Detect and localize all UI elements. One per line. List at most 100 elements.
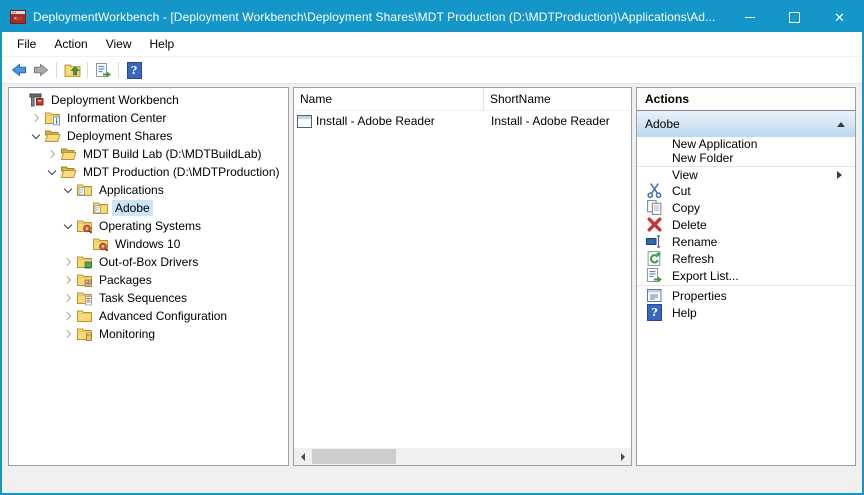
tree-item-label: MDT Build Lab (D:\MDTBuildLab) <box>80 146 265 162</box>
help-button[interactable]: ? <box>123 59 145 81</box>
action-cut[interactable]: Cut <box>637 182 855 199</box>
menu-file[interactable]: File <box>8 32 45 56</box>
application-window-icon <box>297 115 312 128</box>
folder-info-icon <box>44 110 61 126</box>
tree-item-label: Windows 10 <box>112 236 183 252</box>
back-arrow-icon <box>11 62 27 78</box>
action-label: Rename <box>672 235 717 249</box>
menu-help[interactable]: Help <box>141 32 184 56</box>
maximize-button[interactable] <box>772 2 817 32</box>
tree-item-mdt-production-d-mdtproduction[interactable]: MDT Production (D:\MDTProduction) <box>9 163 288 181</box>
folder-monitor-icon <box>76 326 93 342</box>
cut-scissors-icon <box>646 182 663 199</box>
tree-item-deployment-shares[interactable]: Deployment Shares <box>9 127 288 145</box>
tree-item-label: Monitoring <box>96 326 158 342</box>
export-list-button[interactable] <box>92 59 114 81</box>
application-name: Install - Adobe Reader <box>316 114 435 128</box>
action-label: Export List... <box>672 269 739 283</box>
menu-view[interactable]: View <box>97 32 141 56</box>
actions-pane: Actions Adobe New ApplicationNew FolderV… <box>636 87 856 466</box>
back-button[interactable] <box>8 59 30 81</box>
rename-ibeam-icon <box>646 233 663 250</box>
close-button[interactable]: ✕ <box>817 2 862 32</box>
chevron-expanded-icon[interactable] <box>29 129 43 143</box>
chevron-expanded-icon[interactable] <box>61 183 75 197</box>
action-label: Delete <box>672 218 707 232</box>
folder-tasks-icon <box>76 290 93 306</box>
maximize-icon <box>789 12 800 23</box>
action-new-application[interactable]: New Application <box>637 137 855 151</box>
tree-item-operating-systems[interactable]: Operating Systems <box>9 217 288 235</box>
scrollbar-thumb[interactable] <box>312 449 396 464</box>
tree-item-adobe[interactable]: Adobe <box>9 199 288 217</box>
tree-item-label: Applications <box>96 182 167 198</box>
minimize-button[interactable] <box>727 2 772 32</box>
action-rename[interactable]: Rename <box>637 233 855 250</box>
tree-item-label: Advanced Configuration <box>96 308 230 324</box>
minimize-icon <box>745 17 755 18</box>
tree-item-windows-10[interactable]: Windows 10 <box>9 235 288 253</box>
scroll-left-button[interactable] <box>294 448 311 465</box>
tree-item-label: Information Center <box>64 110 169 126</box>
workbench-icon <box>28 92 45 108</box>
tree-item-mdt-build-lab-d-mdtbuildlab[interactable]: MDT Build Lab (D:\MDTBuildLab) <box>9 145 288 163</box>
action-label: View <box>672 168 698 182</box>
column-header-shortname[interactable]: ShortName <box>484 88 631 110</box>
chevron-collapsed-icon[interactable] <box>61 273 75 287</box>
tree-item-out-of-box-drivers[interactable]: Out-of-Box Drivers <box>9 253 288 271</box>
action-copy[interactable]: Copy <box>637 199 855 216</box>
list-header: Name ShortName <box>294 88 631 111</box>
scroll-right-button[interactable] <box>614 448 631 465</box>
chevron-collapsed-icon[interactable] <box>61 291 75 305</box>
menu-action[interactable]: Action <box>45 32 96 56</box>
folder-plain-icon <box>76 308 93 324</box>
action-help[interactable]: ?Help <box>637 304 855 321</box>
action-label: Copy <box>672 201 700 215</box>
action-view[interactable]: View <box>637 168 855 182</box>
horizontal-scrollbar[interactable] <box>294 448 631 465</box>
tree-item-applications[interactable]: Applications <box>9 181 288 199</box>
folder-open-icon <box>60 164 77 180</box>
action-new-folder[interactable]: New Folder <box>637 151 855 165</box>
list-row-install-adobe-reader[interactable]: Install - Adobe Reader Install - Adobe R… <box>294 111 631 131</box>
action-properties[interactable]: Properties <box>637 287 855 304</box>
mmc-console-icon <box>10 9 26 25</box>
tree-item-label: Deployment Shares <box>64 128 175 144</box>
chevron-expanded-icon[interactable] <box>45 165 59 179</box>
tree-item-packages[interactable]: Packages <box>9 271 288 289</box>
chevron-expanded-icon[interactable] <box>61 219 75 233</box>
chevron-collapsed-icon[interactable] <box>45 147 59 161</box>
folder-open-icon <box>44 128 61 144</box>
tree-item-monitoring[interactable]: Monitoring <box>9 325 288 343</box>
tree-item-advanced-configuration[interactable]: Advanced Configuration <box>9 307 288 325</box>
column-header-name[interactable]: Name <box>294 88 484 110</box>
tree-item-label: Task Sequences <box>96 290 190 306</box>
title-bar: DeploymentWorkbench - [Deployment Workbe… <box>2 2 862 32</box>
chevron-collapsed-icon[interactable] <box>61 255 75 269</box>
chevron-collapsed-icon[interactable] <box>61 327 75 341</box>
up-one-level-button[interactable] <box>61 59 83 81</box>
tree-item-information-center[interactable]: Information Center <box>9 109 288 127</box>
folder-os-icon <box>92 236 109 252</box>
menu-bar: File Action View Help <box>2 32 862 57</box>
tree-item-label: MDT Production (D:\MDTProduction) <box>80 164 283 180</box>
action-delete[interactable]: Delete <box>637 216 855 233</box>
tree-item-label: Adobe <box>112 200 153 216</box>
toolbar-separator <box>87 62 88 78</box>
tree-item-task-sequences[interactable]: Task Sequences <box>9 289 288 307</box>
chevron-spacer <box>77 201 91 215</box>
toolbar: ? <box>2 57 862 84</box>
action-label: Help <box>672 306 697 320</box>
chevron-collapsed-icon[interactable] <box>29 111 43 125</box>
folder-doc-icon <box>76 182 93 198</box>
actions-group-header-adobe[interactable]: Adobe <box>637 111 855 137</box>
action-refresh[interactable]: Refresh <box>637 250 855 267</box>
window-title: DeploymentWorkbench - [Deployment Workbe… <box>33 10 727 24</box>
action-export-list[interactable]: Export List... <box>637 267 855 284</box>
forward-arrow-icon <box>33 62 49 78</box>
forward-button[interactable] <box>30 59 52 81</box>
tree-item-deployment-workbench[interactable]: Deployment Workbench <box>9 91 288 109</box>
delete-red-x-icon <box>646 216 663 233</box>
chevron-collapsed-icon[interactable] <box>61 309 75 323</box>
tree-item-label: Out-of-Box Drivers <box>96 254 201 270</box>
